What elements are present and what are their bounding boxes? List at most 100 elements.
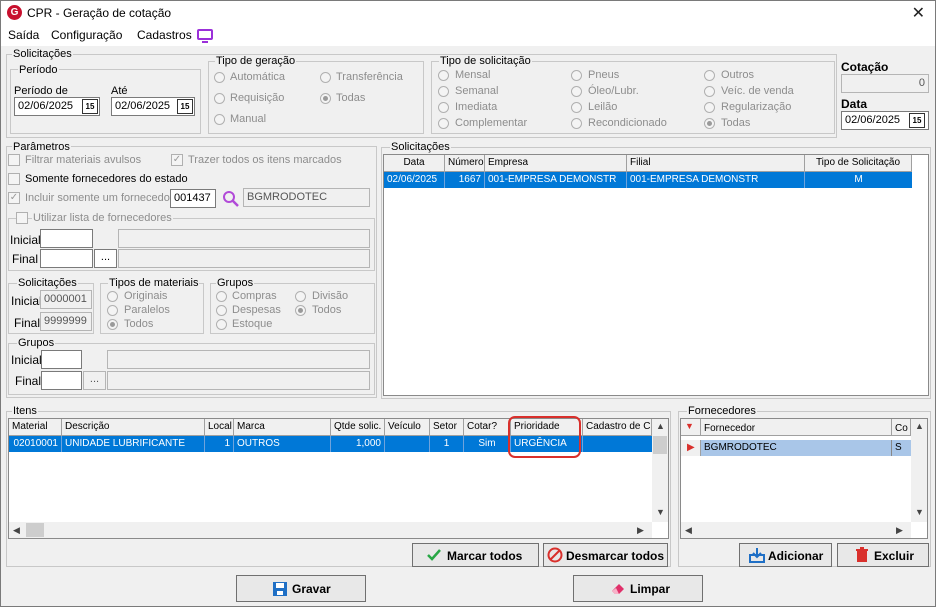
fornecedor-code-input[interactable]: 001437 bbox=[170, 189, 216, 208]
radio-todos-grupos[interactable] bbox=[295, 305, 306, 316]
table-row[interactable]: BGMRODOTEC S bbox=[701, 440, 911, 456]
scroll-right-icon[interactable]: ▶ bbox=[637, 525, 644, 536]
col-numero[interactable]: Número bbox=[445, 155, 485, 172]
radio-regularizacao-label: Regularização bbox=[721, 101, 792, 113]
close-icon[interactable]: ✕ bbox=[912, 3, 925, 23]
radio-leilao[interactable] bbox=[571, 102, 582, 113]
radio-veic-venda[interactable] bbox=[704, 86, 715, 97]
table-row[interactable]: 02/06/2025 1667 001-EMPRESA DEMONSTR 001… bbox=[384, 172, 912, 188]
sol-final-input[interactable]: 9999999 bbox=[40, 312, 92, 331]
radio-transferencia[interactable] bbox=[320, 72, 331, 83]
fornecedores-table[interactable]: ▼ Fornecedor Co ▶ BGMRODOTEC S ▲ ▼ ◀ ▶ bbox=[680, 418, 928, 539]
col-qtde[interactable]: Qtde solic. bbox=[331, 419, 385, 436]
monitor-icon[interactable] bbox=[197, 29, 213, 43]
col-co[interactable]: Co bbox=[892, 419, 911, 436]
grupos-ellipsis-button[interactable]: ... bbox=[83, 371, 106, 390]
radio-paralelos[interactable] bbox=[107, 305, 118, 316]
scroll-right-icon[interactable]: ▶ bbox=[896, 525, 903, 536]
radio-todas-solicitacao[interactable] bbox=[704, 118, 715, 129]
solicitacoes-table[interactable]: Data Número Empresa Filial Tipo de Solic… bbox=[383, 154, 929, 396]
calendar-icon[interactable]: 15 bbox=[909, 113, 925, 128]
radio-despesas[interactable] bbox=[216, 305, 227, 316]
col-filial[interactable]: Filial bbox=[627, 155, 805, 172]
grupos-inicial-input[interactable] bbox=[41, 350, 82, 369]
check-utilizar[interactable] bbox=[16, 212, 28, 224]
radio-todas-geracao[interactable] bbox=[320, 93, 331, 104]
search-icon[interactable] bbox=[222, 190, 239, 207]
scroll-left-icon[interactable]: ◀ bbox=[13, 525, 20, 536]
radio-oleo[interactable] bbox=[571, 86, 582, 97]
radio-outros[interactable] bbox=[704, 70, 715, 81]
col-local[interactable]: Local bbox=[205, 419, 234, 436]
col-fornecedor[interactable]: Fornecedor bbox=[701, 419, 892, 436]
radio-automatica-label: Automática bbox=[230, 71, 286, 83]
lista-ellipsis-button[interactable]: ... bbox=[94, 249, 117, 268]
radio-pneus[interactable] bbox=[571, 70, 582, 81]
menu-configuracao[interactable]: Configuração bbox=[51, 28, 122, 42]
col-cotar[interactable]: Cotar? bbox=[464, 419, 511, 436]
itens-vertical-scrollbar[interactable]: ▲ ▼ bbox=[652, 419, 668, 522]
radio-mensal[interactable] bbox=[438, 70, 449, 81]
radio-manual[interactable] bbox=[214, 114, 225, 125]
itens-legend: Itens bbox=[12, 405, 38, 417]
sol-inicial-input[interactable]: 0000001 bbox=[40, 290, 92, 309]
grupos-inicial-label: Inicial bbox=[11, 353, 42, 367]
radio-semanal[interactable] bbox=[438, 86, 449, 97]
col-setor[interactable]: Setor bbox=[430, 419, 464, 436]
fornecedores-horizontal-scrollbar[interactable]: ◀ ▶ bbox=[681, 522, 911, 538]
scroll-down-icon[interactable]: ▼ bbox=[915, 507, 924, 517]
adicionar-button[interactable]: Adicionar bbox=[739, 543, 832, 567]
radio-requisicao[interactable] bbox=[214, 93, 225, 104]
itens-horizontal-scrollbar[interactable]: ◀ ▶ bbox=[9, 522, 652, 538]
check-trazer[interactable]: ✓ bbox=[171, 154, 183, 166]
radio-estoque[interactable] bbox=[216, 319, 227, 330]
gravar-button[interactable]: Gravar bbox=[236, 575, 366, 602]
excluir-button[interactable]: Excluir bbox=[837, 543, 929, 567]
col-tipo-solicitacao[interactable]: Tipo de Solicitação bbox=[805, 155, 912, 172]
col-empresa[interactable]: Empresa bbox=[485, 155, 627, 172]
sort-down-icon[interactable]: ▼ bbox=[681, 419, 701, 436]
scroll-up-icon[interactable]: ▲ bbox=[915, 421, 924, 431]
radio-divisao[interactable] bbox=[295, 291, 306, 302]
scroll-up-icon[interactable]: ▲ bbox=[656, 421, 665, 431]
grupos-range-legend: Grupos bbox=[17, 337, 56, 349]
radio-imediata[interactable] bbox=[438, 102, 449, 113]
radio-recondicionado-label: Recondicionado bbox=[588, 117, 667, 129]
fornecedores-vertical-scrollbar[interactable]: ▲ ▼ bbox=[911, 419, 927, 522]
radio-regularizacao[interactable] bbox=[704, 102, 715, 113]
col-descricao[interactable]: Descrição bbox=[62, 419, 205, 436]
scroll-left-icon[interactable]: ◀ bbox=[685, 525, 692, 536]
cell-numero: 1667 bbox=[445, 172, 485, 188]
scroll-thumb[interactable] bbox=[653, 436, 667, 454]
desmarcar-todos-button[interactable]: Desmarcar todos bbox=[543, 543, 668, 567]
radio-automatica[interactable] bbox=[214, 72, 225, 83]
scroll-down-icon[interactable]: ▼ bbox=[656, 507, 665, 517]
col-data[interactable]: Data bbox=[384, 155, 445, 172]
col-material[interactable]: Material bbox=[9, 419, 62, 436]
menu-saida[interactable]: Saída bbox=[8, 28, 39, 42]
check-filtrar[interactable] bbox=[8, 154, 20, 166]
radio-complementar[interactable] bbox=[438, 118, 449, 129]
marcar-todos-button[interactable]: Marcar todos bbox=[412, 543, 539, 567]
lista-inicial-input[interactable] bbox=[40, 229, 93, 248]
limpar-button[interactable]: Limpar bbox=[573, 575, 703, 602]
radio-recondicionado[interactable] bbox=[571, 118, 582, 129]
col-cadastro[interactable]: Cadastro de C... bbox=[583, 419, 652, 436]
radio-todos-materiais[interactable] bbox=[107, 319, 118, 330]
menu-cadastros[interactable]: Cadastros bbox=[137, 28, 192, 42]
radio-estoque-label: Estoque bbox=[232, 318, 273, 330]
col-veiculo[interactable]: Veículo bbox=[385, 419, 430, 436]
check-incluir[interactable]: ✓ bbox=[8, 192, 20, 204]
radio-compras[interactable] bbox=[216, 291, 227, 302]
lista-final-input[interactable] bbox=[40, 249, 93, 268]
radio-veic-venda-label: Veíc. de venda bbox=[721, 85, 794, 97]
calendar-icon[interactable]: 15 bbox=[82, 99, 98, 114]
cell-data: 02/06/2025 bbox=[384, 172, 445, 188]
radio-originais[interactable] bbox=[107, 291, 118, 302]
col-marca[interactable]: Marca bbox=[234, 419, 331, 436]
scroll-thumb[interactable] bbox=[26, 523, 44, 537]
sol-final-label: Final bbox=[14, 316, 41, 330]
check-somente-fornecedores[interactable] bbox=[8, 173, 20, 185]
grupos-final-input[interactable] bbox=[41, 371, 82, 390]
calendar-icon[interactable]: 15 bbox=[177, 99, 193, 114]
